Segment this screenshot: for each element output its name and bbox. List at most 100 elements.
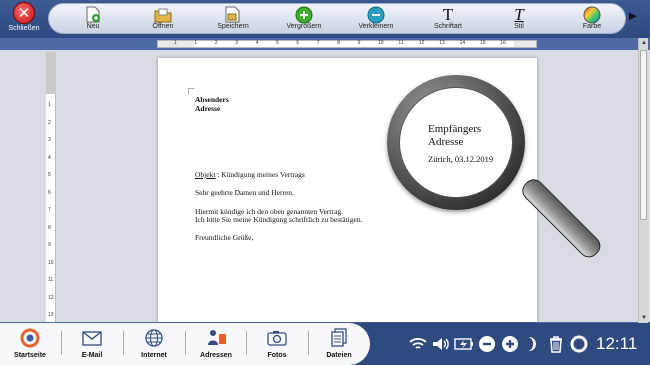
envelope-icon (81, 328, 103, 348)
vertical-ruler-tick-label: 6 (48, 189, 51, 196)
ruler-text-area (194, 41, 514, 47)
scrollbar-thumb[interactable] (640, 50, 647, 220)
ruler-tick-label: 11 (398, 40, 404, 46)
vertical-ruler[interactable]: 1 2 3 4 5 6 7 8 9 10 11 12 13 (46, 52, 56, 322)
internet-label: Internet (141, 352, 167, 359)
vertical-scrollbar[interactable]: ▲ ▼ (638, 38, 648, 323)
open-button[interactable]: Öffnen (139, 6, 187, 34)
contacts-icon (205, 328, 227, 348)
ruler-tick-label: 1 (174, 40, 177, 46)
date-line: Zürich, 03.12.2019 (428, 154, 494, 164)
margin-corner-mark (188, 88, 194, 94)
zoom-out-button[interactable]: Verkleinern (352, 6, 400, 34)
night-mode-moon-icon[interactable] (523, 334, 543, 354)
font-button[interactable]: T Schriftart (424, 4, 472, 34)
vertical-ruler-tick-label: 11 (48, 277, 54, 283)
vertical-ruler-tick-label: 7 (48, 207, 51, 213)
ruler-tick-label: 14 (459, 40, 466, 46)
volume-icon[interactable] (431, 334, 451, 354)
zoom-in-circle-icon[interactable] (500, 334, 520, 354)
toolbar-more-arrow-icon[interactable]: ▶ (629, 11, 637, 22)
font-label: Schriftart (433, 23, 462, 30)
ruler-tick-label: 10 (378, 40, 384, 46)
ruler-tick-label: 1 (194, 40, 198, 46)
scroll-down-arrow-icon[interactable]: ▼ (641, 315, 647, 321)
taskbar: Startseite E-Mail Internet Adressen Foto… (0, 323, 650, 365)
open-label: Öffnen (152, 23, 174, 30)
new-document-icon (84, 6, 102, 23)
photos-button[interactable]: Fotos (247, 326, 307, 364)
help-lifebuoy-icon[interactable] (569, 334, 589, 354)
camera-icon (266, 328, 288, 348)
vertical-ruler-tick-label: 12 (48, 294, 54, 301)
horizontal-ruler[interactable]: 1 1 2 3 4 5 6 7 8 9 10 11 12 13 14 15 16 (157, 40, 537, 48)
save-label: Speichern (217, 23, 249, 30)
email-button[interactable]: E-Mail (62, 326, 122, 364)
color-wheel-icon (583, 6, 601, 23)
subject-line: Objekt : Kündigung meines Vertrags (195, 170, 305, 179)
vertical-ruler-tick-label: 9 (48, 242, 51, 248)
ruler-tick-label: 2 (214, 40, 218, 46)
sender-name: Absenders (195, 95, 229, 104)
vertical-ruler-margin (46, 52, 56, 94)
startseite-button[interactable]: Startseite (0, 326, 60, 364)
vertical-ruler-tick-label: 8 (48, 224, 51, 231)
minus-circle-icon (367, 6, 385, 23)
subject-text: : Kündigung meines Vertrags (217, 170, 305, 179)
ruler-tick-label: 4 (255, 40, 259, 46)
internet-button[interactable]: Internet (124, 326, 184, 364)
style-t-icon: T (514, 4, 524, 24)
ruler-tick-label: 6 (296, 40, 300, 46)
ruler-tick-label: 7 (316, 40, 320, 46)
recipient-line-1: Empfängers (428, 123, 482, 135)
new-button[interactable]: Neu (69, 6, 117, 34)
save-button[interactable]: Speichern (209, 6, 257, 34)
toolbar-panel: Neu Öffnen Speichern Vergrößern Verklein… (48, 3, 626, 34)
font-t-icon: T (442, 4, 454, 24)
system-tray: 12:11 (408, 323, 637, 365)
vertical-ruler-tick-label: 13 (48, 312, 54, 318)
closing: Freundliche Grüße, (195, 233, 254, 242)
zoom-out-label: Verkleinern (358, 23, 394, 30)
files-icon (328, 328, 350, 348)
style-button[interactable]: T Stil (495, 4, 543, 34)
top-toolbar: ✕ Schließen Neu Öffnen Speichern Vergröß… (0, 0, 650, 38)
vertical-ruler-tick-label: 10 (48, 259, 54, 266)
color-label: Farbe (582, 23, 602, 30)
files-button[interactable]: Dateien (309, 326, 369, 364)
scroll-up-arrow-icon[interactable]: ▲ (641, 40, 647, 46)
ruler-tick-label: 16 (500, 40, 506, 46)
close-icon: ✕ (13, 2, 35, 24)
home-logo-icon (19, 328, 41, 348)
files-label: Dateien (326, 352, 352, 359)
app-launcher: Startseite E-Mail Internet Adressen Foto… (0, 323, 370, 365)
ruler-tick-label: 5 (276, 40, 279, 46)
plus-circle-icon (295, 6, 313, 23)
ruler-tick-label: 13 (439, 40, 445, 46)
save-icon (224, 6, 242, 23)
ruler-tick-label: 12 (418, 40, 425, 46)
color-button[interactable]: Farbe (568, 6, 616, 34)
trash-icon[interactable] (546, 334, 566, 354)
body-line-2: Ich bitte Sie meine Kündigung schriftlic… (195, 215, 363, 224)
vertical-ruler-tick-label: 2 (48, 119, 51, 126)
startseite-label: Startseite (14, 352, 46, 359)
globe-icon (143, 328, 165, 348)
open-folder-icon (154, 6, 172, 23)
vertical-ruler-tick-label: 3 (48, 137, 51, 143)
sender-address: Adresse (195, 104, 221, 113)
battery-charging-icon[interactable] (454, 334, 474, 354)
addresses-label: Adressen (200, 352, 232, 359)
zoom-in-button[interactable]: Vergrößern (280, 6, 328, 34)
close-label: Schließen (8, 25, 40, 32)
email-label: E-Mail (81, 352, 103, 359)
close-button[interactable]: ✕ Schließen (2, 2, 46, 36)
addresses-button[interactable]: Adressen (186, 326, 246, 364)
style-label: Stil (514, 23, 524, 30)
ruler-tick-label: 9 (357, 40, 361, 46)
wifi-icon[interactable] (408, 334, 428, 354)
app-window: ✕ Schließen Neu Öffnen Speichern Vergröß… (0, 0, 650, 365)
zoom-out-circle-icon[interactable] (477, 334, 497, 354)
salutation: Sehr geehrte Damen und Herren, (195, 188, 294, 197)
new-label: Neu (86, 23, 100, 30)
